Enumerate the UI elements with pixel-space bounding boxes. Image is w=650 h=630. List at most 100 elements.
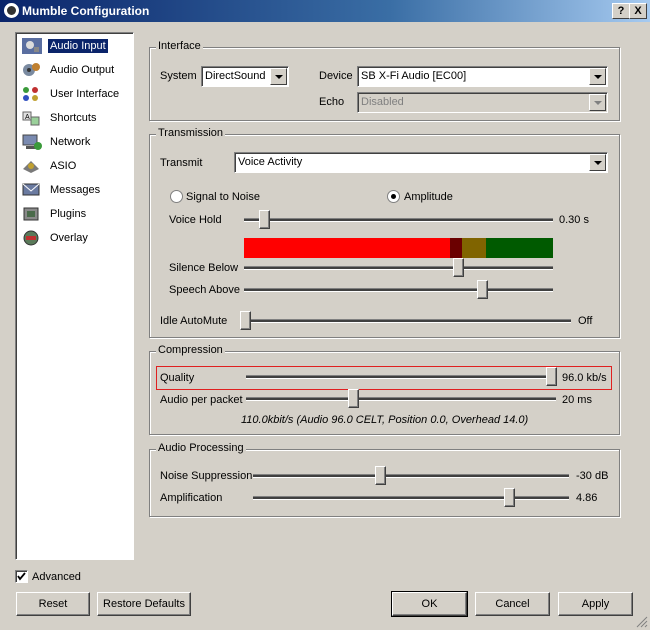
audio-level-meter (244, 238, 553, 258)
vu-segment-red (244, 238, 450, 258)
sidebar-item-label: Audio Input (48, 39, 108, 53)
amplification-value: 4.86 (576, 492, 598, 504)
close-button[interactable]: X (629, 3, 647, 19)
sidebar-item-plugins[interactable]: Plugins (18, 203, 132, 225)
sidebar-item-network[interactable]: Network (18, 131, 132, 153)
transmit-select[interactable]: Voice Activity (234, 152, 608, 173)
microphone-icon (22, 38, 42, 54)
audio-per-packet-slider[interactable] (246, 389, 556, 409)
voice-hold-slider[interactable] (244, 210, 553, 230)
mumble-logo-icon (4, 3, 19, 18)
echo-select: Disabled (357, 92, 608, 113)
sidebar-item-shortcuts[interactable]: A Shortcuts (18, 107, 132, 129)
silence-below-slider[interactable] (244, 258, 553, 278)
vu-segment-dark-red (450, 238, 462, 258)
advanced-checkbox[interactable] (15, 570, 28, 583)
sidebar-item-user-interface[interactable]: User Interface (18, 83, 132, 105)
audio-processing-group-title: Audio Processing (156, 442, 246, 454)
device-select-value: SB X-Fi Audio [EC00] (361, 70, 467, 82)
echo-select-value: Disabled (361, 96, 404, 108)
amplification-label: Amplification (160, 492, 223, 504)
noise-suppression-slider[interactable] (253, 466, 569, 486)
shortcuts-icon: A (22, 111, 40, 126)
slider-thumb[interactable] (240, 311, 251, 330)
voice-hold-label: Voice Hold (169, 214, 222, 226)
quality-slider[interactable] (246, 367, 557, 387)
slider-thumb[interactable] (453, 258, 464, 277)
chevron-down-icon (589, 94, 606, 111)
category-list[interactable]: Audio Input Audio Output User Interface … (15, 32, 134, 560)
slider-track (244, 218, 553, 222)
sidebar-item-messages[interactable]: Messages (18, 179, 132, 201)
slider-thumb[interactable] (546, 367, 557, 386)
apply-button[interactable]: Apply (558, 592, 633, 616)
transmission-group-title: Transmission (156, 127, 225, 139)
slider-track (244, 288, 553, 292)
sidebar-item-label: Plugins (50, 208, 87, 220)
silence-below-label: Silence Below (169, 262, 239, 274)
interface-group-title: Interface (156, 40, 203, 52)
user-interface-icon (23, 87, 38, 101)
slider-thumb[interactable] (259, 210, 270, 229)
system-label: System (160, 70, 197, 82)
audio-per-packet-value: 20 ms (562, 394, 592, 406)
cancel-button[interactable]: Cancel (475, 592, 550, 616)
reset-button[interactable]: Reset (16, 592, 90, 616)
sidebar-item-overlay[interactable]: Overlay (18, 227, 132, 249)
speech-above-slider[interactable] (244, 280, 553, 300)
slider-track (240, 319, 571, 323)
quality-value: 96.0 kb/s (562, 372, 607, 384)
resize-grip-icon[interactable] (636, 616, 648, 628)
chevron-down-icon[interactable] (589, 68, 606, 85)
window-title: Mumble Configuration (22, 4, 150, 18)
audio-per-packet-label: Audio per packet (160, 394, 243, 406)
sidebar-item-label: Audio Output (50, 64, 115, 76)
slider-thumb[interactable] (375, 466, 386, 485)
idle-automute-label: Idle AutoMute (160, 315, 228, 327)
signal-to-noise-radio[interactable] (170, 190, 183, 203)
slider-thumb[interactable] (477, 280, 488, 299)
sidebar-item-audio-output[interactable]: Audio Output (18, 59, 132, 81)
speech-above-label: Speech Above (169, 284, 240, 296)
title-bar[interactable]: Mumble Configuration ? X (0, 0, 650, 22)
quality-label: Quality (160, 372, 195, 384)
system-select-value: DirectSound (205, 70, 266, 82)
asio-icon (23, 161, 39, 173)
vu-segment-green (486, 238, 553, 258)
sidebar-item-label: ASIO (50, 160, 77, 172)
device-label: Device (319, 70, 353, 82)
amplitude-label: Amplitude (404, 191, 453, 203)
checkmark-icon (17, 572, 26, 581)
noise-suppression-label: Noise Suppression (160, 470, 253, 482)
compression-group-title: Compression (156, 344, 225, 356)
bitrate-info: 110.0kbit/s (Audio 96.0 CELT, Position 0… (241, 414, 529, 426)
echo-label: Echo (319, 96, 345, 108)
idle-automute-slider[interactable] (240, 311, 571, 331)
transmit-label: Transmit (160, 157, 203, 169)
chevron-down-icon[interactable] (270, 68, 287, 85)
slider-track (253, 474, 569, 478)
restore-defaults-button[interactable]: Restore Defaults (97, 592, 191, 616)
slider-thumb[interactable] (348, 389, 359, 408)
amplitude-radio[interactable] (387, 190, 400, 203)
signal-to-noise-label: Signal to Noise (186, 191, 260, 203)
advanced-label: Advanced (32, 571, 81, 583)
chevron-down-icon[interactable] (589, 154, 606, 171)
ok-button[interactable]: OK (391, 591, 468, 617)
slider-track (246, 397, 556, 401)
sidebar-item-asio[interactable]: ASIO (18, 155, 132, 177)
device-select[interactable]: SB X-Fi Audio [EC00] (357, 66, 608, 87)
sidebar-item-label: Network (50, 136, 91, 148)
messages-icon (22, 183, 40, 196)
svg-text:A: A (25, 114, 30, 121)
vu-segment-olive (462, 238, 486, 258)
amplification-slider[interactable] (253, 488, 569, 508)
slider-thumb[interactable] (504, 488, 515, 507)
sidebar-item-label: Overlay (50, 232, 88, 244)
help-button[interactable]: ? (612, 3, 630, 19)
system-select[interactable]: DirectSound (201, 66, 289, 87)
sidebar-item-audio-input[interactable]: Audio Input (18, 35, 132, 57)
transmit-select-value: Voice Activity (238, 156, 303, 168)
idle-automute-value: Off (578, 315, 593, 327)
overlay-icon (23, 230, 39, 246)
